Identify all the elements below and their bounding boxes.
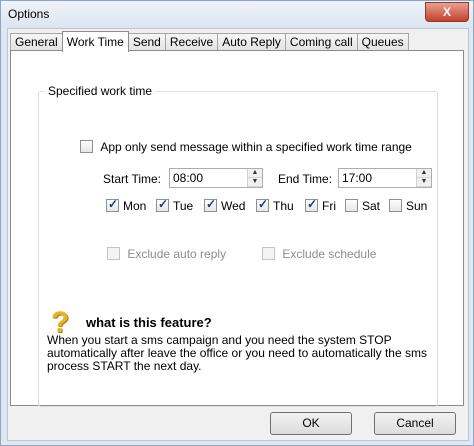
day-fri[interactable]: Fri [305,197,336,213]
exclude-auto-reply-checkbox[interactable] [107,247,120,261]
spin-up-icon[interactable]: ▲ [417,169,431,178]
day-thu[interactable]: Thu [256,197,294,213]
tab-receive[interactable]: Receive [164,33,219,51]
day-wed[interactable]: Wed [204,197,246,213]
day-tue-label: Tue [173,198,194,213]
day-fri-checkbox[interactable] [305,197,318,213]
options-window: Options X General Work Time Send Receive… [0,0,474,446]
end-time-label: End Time: [278,172,333,186]
spin-up-icon[interactable]: ▲ [248,169,262,178]
day-sat[interactable]: Sat [345,198,380,213]
enable-work-time-checkbox[interactable] [80,140,93,154]
day-wed-checkbox[interactable] [204,197,217,213]
help-text: When you start a sms campaign and you ne… [47,333,427,373]
end-time-spinner[interactable]: ▲ ▼ [416,169,431,187]
work-time-panel: Specified work time App only send messag… [10,50,464,407]
day-sat-label: Sat [362,198,381,213]
day-mon[interactable]: Mon [106,197,147,213]
day-tue-checkbox[interactable] [156,197,169,213]
exclude-auto-reply-label: Exclude auto reply [127,246,227,261]
day-sun[interactable]: Sun [389,198,427,213]
tab-work-time[interactable]: Work Time [61,31,129,52]
tab-send[interactable]: Send [127,33,166,51]
close-button[interactable]: X [425,2,469,22]
dialog-client: General Work Time Send Receive Auto Repl… [7,28,469,441]
help-title: what is this feature? [86,315,212,330]
cancel-button[interactable]: Cancel [374,412,456,435]
day-mon-label: Mon [123,198,147,213]
group-label: Specified work time [45,84,156,98]
title-bar[interactable]: Options X [1,1,473,28]
day-thu-label: Thu [273,198,294,213]
window-title: Options [8,7,50,21]
tab-auto-reply[interactable]: Auto Reply [217,33,286,51]
close-icon: X [442,5,451,19]
ok-button[interactable]: OK [270,412,352,435]
enable-work-time-row[interactable]: App only send message within a specified… [80,139,412,154]
exclude-schedule-row[interactable]: Exclude schedule [262,246,376,261]
day-wed-label: Wed [221,198,246,213]
day-mon-checkbox[interactable] [106,197,119,213]
exclude-schedule-checkbox[interactable] [262,247,275,261]
exclude-auto-reply-row[interactable]: Exclude auto reply [107,246,226,261]
spin-down-icon[interactable]: ▼ [248,178,262,187]
start-time-spinner[interactable]: ▲ ▼ [247,169,262,187]
tab-strip: General Work Time Send Receive Auto Repl… [10,31,409,52]
day-tue[interactable]: Tue [156,197,194,213]
day-sun-checkbox[interactable] [389,199,402,213]
end-time-input[interactable]: 17:00 ▲ ▼ [338,168,432,188]
start-time-label: Start Time: [103,172,162,186]
tab-coming-call[interactable]: Coming call [284,33,358,51]
day-sat-checkbox[interactable] [345,199,358,213]
spin-down-icon[interactable]: ▼ [417,178,431,187]
start-time-value: 08:00 [173,171,204,185]
start-time-input[interactable]: 08:00 ▲ ▼ [169,168,263,188]
exclude-schedule-label: Exclude schedule [282,246,377,261]
tab-queues[interactable]: Queues [356,33,409,51]
day-sun-label: Sun [406,198,428,213]
day-thu-checkbox[interactable] [256,197,269,213]
tab-general[interactable]: General [10,33,63,51]
day-fri-label: Fri [322,198,336,213]
end-time-value: 17:00 [342,171,373,185]
enable-work-time-label: App only send message within a specified… [100,139,412,154]
